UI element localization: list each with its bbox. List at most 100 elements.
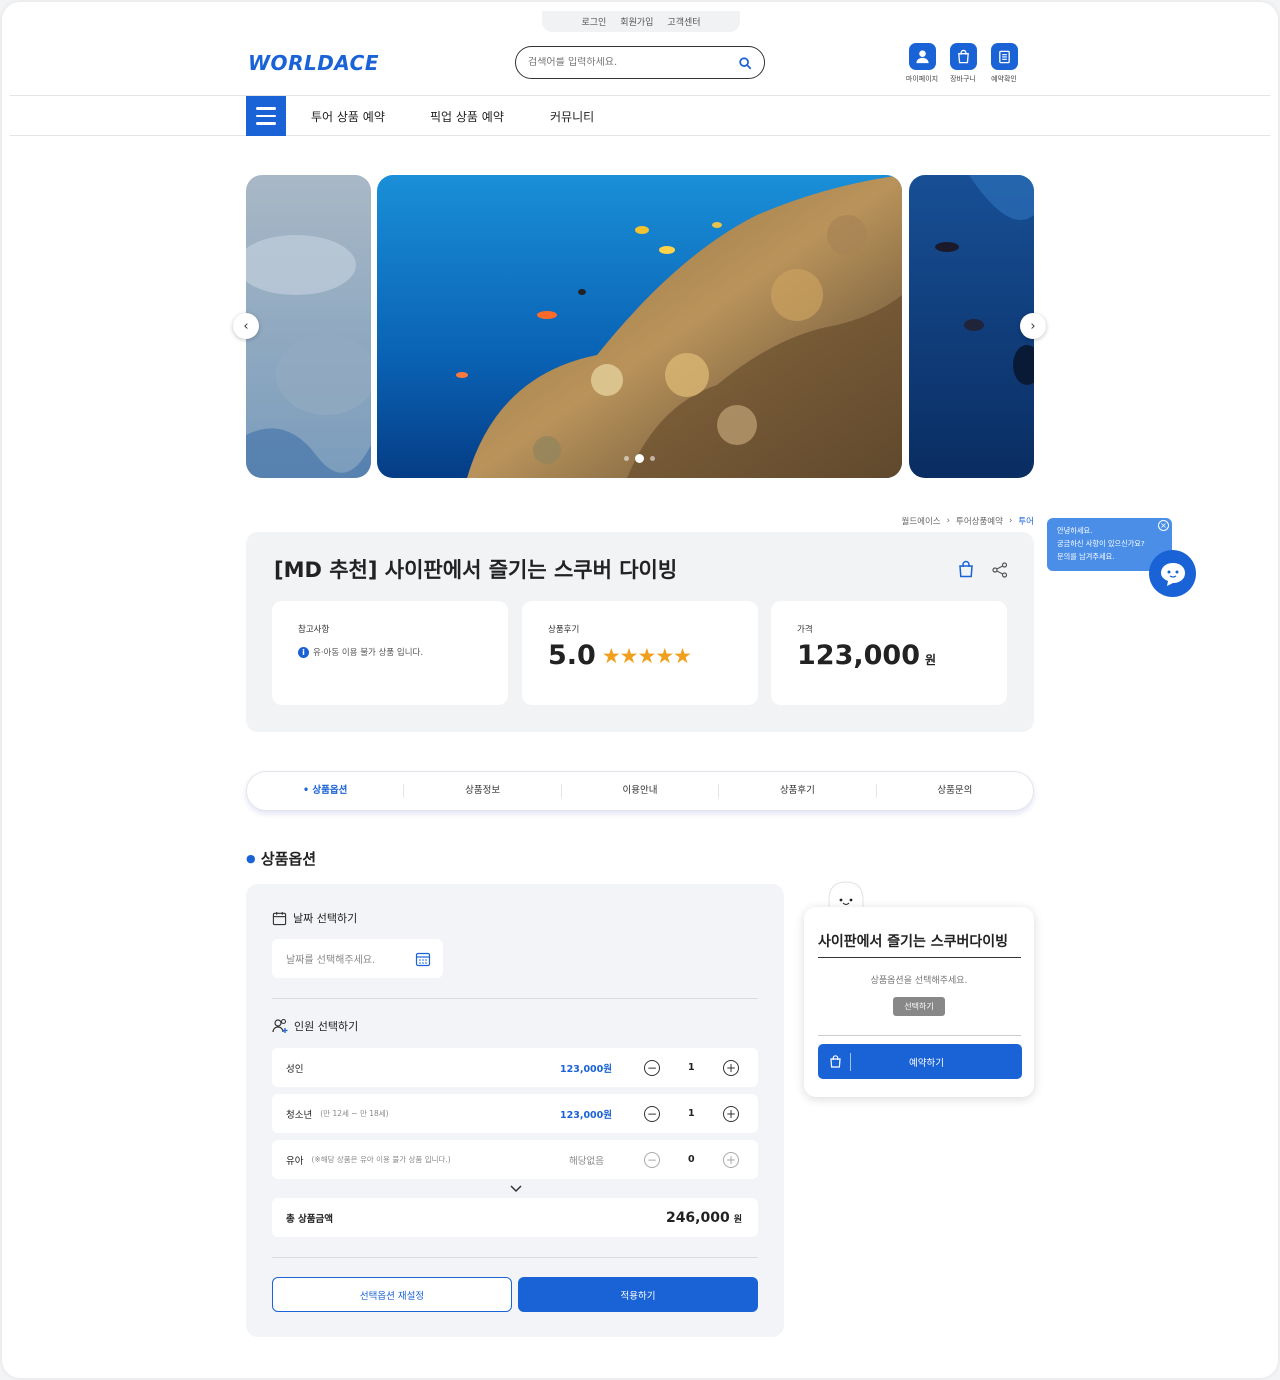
tab-options[interactable]: • 상품옵션 xyxy=(247,784,405,798)
review-card: 상품후기 5.0 ★★★★★ xyxy=(522,601,758,705)
people-title: 인원 선택하기 xyxy=(294,1020,359,1033)
chevron-right-icon: › xyxy=(1030,318,1036,334)
carousel-dot-active[interactable] xyxy=(635,454,644,463)
chevron-down-icon[interactable] xyxy=(509,1184,523,1193)
notice-label: 참고사항 xyxy=(298,625,330,635)
date-title: 날짜 선택하기 xyxy=(293,912,358,925)
book-button[interactable]: 예약하기 xyxy=(818,1044,1022,1079)
date-placeholder: 날짜를 선택해주세요. xyxy=(286,955,376,966)
carousel-dot[interactable] xyxy=(624,456,629,461)
minus-circle-icon[interactable]: − xyxy=(644,1151,660,1168)
chevron-right-icon: › xyxy=(946,516,951,526)
nav-community[interactable]: 커뮤니티 xyxy=(550,96,594,136)
price-label: 가격 xyxy=(797,625,813,635)
child-note: (※해당 상품은 유아 이용 불가 상품 입니다.) xyxy=(311,1155,451,1164)
select-button[interactable]: 선택하기 xyxy=(893,997,945,1016)
adult-price: 123,000원 xyxy=(560,1063,613,1075)
chevron-left-icon: ‹ xyxy=(243,318,249,334)
search-bar xyxy=(515,46,765,79)
child-row: 유아 (※해당 상품은 유아 이용 불가 상품 입니다.) 해당없음 − 0 + xyxy=(272,1140,758,1179)
adult-label: 성인 xyxy=(286,1063,304,1075)
youth-quantity: 1 xyxy=(688,1108,695,1119)
close-icon[interactable]: × xyxy=(1158,520,1169,531)
total-row: 총 상품금액 246,000 원 xyxy=(272,1198,758,1237)
search-icon[interactable] xyxy=(738,56,752,70)
carousel-dot[interactable] xyxy=(650,456,655,461)
plus-circle-icon[interactable]: + xyxy=(723,1105,739,1122)
carousel-slide-next[interactable] xyxy=(909,175,1034,478)
section-title-text: 상품옵션 xyxy=(260,850,317,868)
rating-value: 5.0 xyxy=(548,640,596,671)
notice-text: 유·아동 이용 불가 상품 입니다. xyxy=(313,648,424,658)
chat-line-2: 궁금하신 사항이 있으신가요? xyxy=(1057,539,1145,548)
slide-image-prev xyxy=(246,175,371,478)
reservation-button[interactable]: 예약확인 xyxy=(990,43,1018,84)
sidebar-prompt: 상품옵션을 선택해주세요. xyxy=(870,976,968,986)
breadcrumb-home[interactable]: 월드에이스 xyxy=(902,515,941,527)
people-icon xyxy=(272,1018,288,1033)
page: 로그인 회원가입 고객센터 WORLDACE 마이페이지 장바구니 예약확인 투… xyxy=(2,2,1278,1378)
carousel-next-button[interactable]: › xyxy=(1020,313,1046,339)
clipboard-icon xyxy=(998,50,1010,64)
nav-tour[interactable]: 투어 상품 예약 xyxy=(311,96,385,136)
divider xyxy=(272,1257,758,1258)
tab-qna[interactable]: 상품문의 xyxy=(877,784,1033,798)
child-price: 해당없음 xyxy=(569,1155,604,1167)
cart-label: 장바구니 xyxy=(950,75,976,83)
mypage-label: 마이페이지 xyxy=(905,75,939,83)
child-label: 유아 xyxy=(286,1155,304,1167)
price-unit: 원 xyxy=(924,653,937,667)
search-input[interactable] xyxy=(528,57,738,68)
apply-button[interactable]: 적용하기 xyxy=(518,1277,758,1312)
hamburger-menu-button[interactable] xyxy=(246,96,286,136)
price-value: 123,000 xyxy=(797,640,920,671)
chat-button[interactable] xyxy=(1149,550,1196,597)
logo[interactable]: WORLDACE xyxy=(248,51,379,75)
booking-sidebar: 사이판에서 즐기는 스쿠버다이빙 상품옵션을 선택해주세요. 선택하기 예약하기 xyxy=(804,907,1034,1097)
total-amount: 246,000 원 xyxy=(666,1210,742,1226)
login-link[interactable]: 로그인 xyxy=(581,15,606,28)
plus-circle-icon[interactable]: + xyxy=(723,1059,739,1076)
cart-button[interactable]: 장바구니 xyxy=(949,43,977,84)
review-label: 상품후기 xyxy=(548,625,580,635)
total-value: 246,000 xyxy=(665,1209,730,1226)
minus-circle-icon[interactable]: − xyxy=(644,1059,660,1076)
product-title: [MD 추천] 사이판에서 즐기는 스쿠버 다이빙 xyxy=(274,558,678,582)
plus-circle-icon[interactable]: + xyxy=(723,1151,739,1168)
shopping-bag-icon xyxy=(957,49,969,64)
carousel-prev-button[interactable]: ‹ xyxy=(233,313,259,339)
date-input[interactable]: 날짜를 선택해주세요. xyxy=(272,939,443,978)
tab-info[interactable]: 상품정보 xyxy=(404,784,562,798)
nav-pickup[interactable]: 픽업 상품 예약 xyxy=(430,96,504,136)
quick-menu: 마이페이지 장바구니 예약확인 xyxy=(905,43,1018,84)
signup-link[interactable]: 회원가입 xyxy=(620,15,653,28)
tab-guide[interactable]: 이용안내 xyxy=(562,784,720,798)
support-link[interactable]: 고객센터 xyxy=(667,15,700,28)
book-label: 예약하기 xyxy=(909,1057,944,1069)
star-rating-icon: ★★★★★ xyxy=(601,643,692,668)
chat-line-1: 안녕하세요. xyxy=(1057,526,1093,535)
calendar-icon[interactable] xyxy=(415,951,431,967)
breadcrumb-category[interactable]: 투어상품예약 xyxy=(956,515,1003,527)
reset-options-button[interactable]: 선택옵션 재설정 xyxy=(272,1277,512,1312)
chevron-right-icon: › xyxy=(1008,516,1013,526)
product-tabs: • 상품옵션 상품정보 이용안내 상품후기 상품문의 xyxy=(246,771,1034,811)
share-icon[interactable] xyxy=(992,562,1008,578)
minus-circle-icon[interactable]: − xyxy=(644,1105,660,1122)
carousel-slide-main[interactable] xyxy=(377,175,902,478)
mypage-button[interactable]: 마이페이지 xyxy=(905,43,939,84)
date-section-header: 날짜 선택하기 xyxy=(272,910,357,926)
chat-line-3: 문의를 남겨주세요. xyxy=(1057,552,1115,561)
utility-bar: 로그인 회원가입 고객센터 xyxy=(542,11,740,32)
calendar-icon xyxy=(272,911,287,925)
divider xyxy=(818,1035,1021,1036)
shopping-bag-icon[interactable] xyxy=(958,560,974,578)
breadcrumb-current: 투어 xyxy=(1018,517,1034,527)
tab-reviews[interactable]: 상품후기 xyxy=(719,784,877,798)
adult-row: 성인 123,000원 − 1 + xyxy=(272,1048,758,1087)
info-icon: i xyxy=(298,646,309,658)
people-section-header: 인원 선택하기 xyxy=(272,1018,358,1034)
youth-label: 청소년 xyxy=(286,1109,313,1121)
options-panel: 날짜 선택하기 날짜를 선택해주세요. 인원 선택하기 성인 123,000원 … xyxy=(246,884,784,1337)
carousel-slide-prev[interactable] xyxy=(246,175,371,478)
